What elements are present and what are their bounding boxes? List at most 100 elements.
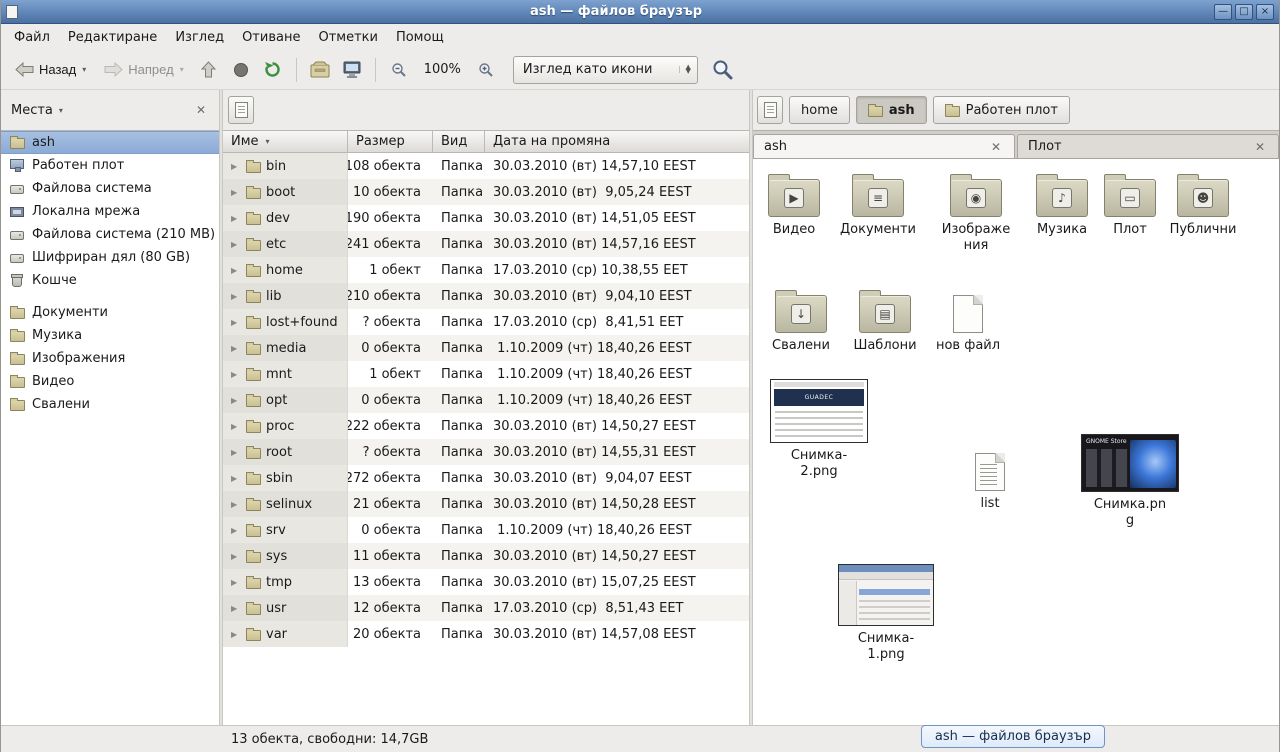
table-row[interactable]: ▶usr12 обектаПапка17.03.2010 (ср) 8,51,4…	[223, 595, 749, 621]
stop-button[interactable]	[226, 56, 256, 84]
sidebar-item-downloads[interactable]: Свалени	[1, 393, 219, 416]
expander-icon[interactable]: ▶	[231, 266, 241, 275]
column-header-name[interactable]: Име▾	[223, 131, 348, 152]
expander-icon[interactable]: ▶	[231, 630, 241, 639]
menu-go[interactable]: Отиване	[233, 26, 309, 49]
sidebar-item-ash[interactable]: ash	[1, 131, 219, 154]
menu-file[interactable]: Файл	[5, 26, 59, 49]
table-row[interactable]: ▶lib210 обектаПапка30.03.2010 (вт) 9,04,…	[223, 283, 749, 309]
column-header-type[interactable]: Вид	[433, 131, 485, 152]
table-row[interactable]: ▶sys11 обектаПапка30.03.2010 (вт) 14,50,…	[223, 543, 749, 569]
menu-bookmarks[interactable]: Отметки	[309, 26, 386, 49]
chevron-down-icon[interactable]: ▾	[82, 65, 86, 74]
expander-icon[interactable]: ▶	[231, 162, 241, 171]
sidebar-title[interactable]: Места	[11, 103, 53, 118]
sidebar-item-music[interactable]: Музика	[1, 324, 219, 347]
icon-item-new-file[interactable]: нов файл	[926, 289, 1010, 354]
expander-icon[interactable]: ▶	[231, 500, 241, 509]
table-row[interactable]: ▶tmp13 обектаПапка30.03.2010 (вт) 15,07,…	[223, 569, 749, 595]
expander-icon[interactable]: ▶	[231, 292, 241, 301]
expander-icon[interactable]: ▶	[231, 604, 241, 613]
tab-ash[interactable]: ash ✕	[753, 134, 1015, 158]
expander-icon[interactable]: ▶	[231, 552, 241, 561]
tab-plot[interactable]: Плот ✕	[1017, 134, 1279, 158]
forward-button[interactable]: Напред ▾	[96, 57, 191, 82]
column-header-date[interactable]: Дата на промяна	[485, 131, 749, 152]
sidebar-close-icon[interactable]: ✕	[193, 102, 209, 118]
expander-icon[interactable]: ▶	[231, 578, 241, 587]
zoom-in-button[interactable]	[471, 56, 501, 84]
table-row[interactable]: ▶etc241 обектаПапка30.03.2010 (вт) 14,57…	[223, 231, 749, 257]
sidebar-item-filesystem[interactable]: Файлова система	[1, 177, 219, 200]
menu-view[interactable]: Изглед	[166, 26, 233, 49]
search-button[interactable]	[708, 56, 738, 84]
icon-item-templates[interactable]: ▤ Шаблони	[843, 289, 927, 354]
table-row[interactable]: ▶media0 обектаПапка 1.10.2009 (чт) 18,40…	[223, 335, 749, 361]
icon-item-desktop-folder[interactable]: ▭ Плот	[1088, 173, 1172, 238]
tab-close-icon[interactable]: ✕	[1252, 139, 1268, 155]
view-mode-select[interactable]: Изглед като икони ▲▼	[513, 56, 698, 84]
icon-item-list[interactable]: list	[950, 447, 1030, 512]
close-button[interactable]: ×	[1256, 4, 1274, 20]
up-button[interactable]	[194, 56, 224, 84]
icon-item-snimka2[interactable]: GUADEC Снимка-2.png	[769, 379, 869, 479]
icon-item-video[interactable]: ▶ Видео	[754, 173, 834, 238]
table-row[interactable]: ▶var20 обектаПапка30.03.2010 (вт) 14,57,…	[223, 621, 749, 647]
reload-button[interactable]	[258, 56, 288, 84]
expander-icon[interactable]: ▶	[231, 344, 241, 353]
icon-item-downloads[interactable]: ↓ Свалени	[759, 289, 843, 354]
sidebar-item-encrypted-80gb[interactable]: Шифриран дял (80 GB)	[1, 246, 219, 269]
expander-icon[interactable]: ▶	[231, 396, 241, 405]
expander-icon[interactable]: ▶	[231, 240, 241, 249]
expander-icon[interactable]: ▶	[231, 318, 241, 327]
home-button[interactable]	[305, 56, 335, 84]
back-button[interactable]: Назад ▾	[7, 57, 94, 82]
sidebar-item-local-network[interactable]: Локална мрежа	[1, 200, 219, 223]
table-row[interactable]: ▶sbin272 обектаПапка30.03.2010 (вт) 9,04…	[223, 465, 749, 491]
icon-item-public[interactable]: ☻ Публични	[1161, 173, 1245, 238]
expander-icon[interactable]: ▶	[231, 214, 241, 223]
table-row[interactable]: ▶opt0 обектаПапка 1.10.2009 (чт) 18,40,2…	[223, 387, 749, 413]
expander-icon[interactable]: ▶	[231, 370, 241, 379]
breadcrumb-ash[interactable]: ash	[856, 96, 927, 124]
icon-item-pictures[interactable]: ◉ Изображения	[931, 173, 1021, 253]
table-row[interactable]: ▶dev190 обектаПапка30.03.2010 (вт) 14,51…	[223, 205, 749, 231]
chevron-down-icon[interactable]: ▾	[59, 106, 63, 115]
sidebar-item-desktop[interactable]: Работен плот	[1, 154, 219, 177]
table-row[interactable]: ▶boot10 обектаПапка30.03.2010 (вт) 9,05,…	[223, 179, 749, 205]
tab-close-icon[interactable]: ✕	[988, 139, 1004, 155]
table-row[interactable]: ▶proc222 обектаПапка30.03.2010 (вт) 14,5…	[223, 413, 749, 439]
table-row[interactable]: ▶selinux21 обектаПапка30.03.2010 (вт) 14…	[223, 491, 749, 517]
expander-icon[interactable]: ▶	[231, 526, 241, 535]
zoom-out-button[interactable]	[384, 56, 414, 84]
breadcrumb-desktop[interactable]: Работен плот	[933, 96, 1070, 124]
sidebar-item-pictures[interactable]: Изображения	[1, 347, 219, 370]
expander-icon[interactable]: ▶	[231, 188, 241, 197]
column-header-size[interactable]: Размер	[348, 131, 433, 152]
expander-icon[interactable]: ▶	[231, 448, 241, 457]
expander-icon[interactable]: ▶	[231, 422, 241, 431]
sidebar-item-documents[interactable]: Документи	[1, 301, 219, 324]
menu-edit[interactable]: Редактиране	[59, 26, 166, 49]
icon-item-documents[interactable]: ≡ Документи	[836, 173, 920, 238]
location-icon-button[interactable]	[228, 96, 254, 124]
table-row[interactable]: ▶lost+found? обектаПапка17.03.2010 (ср) …	[223, 309, 749, 335]
icon-item-snimka1[interactable]: Снимка-1.png	[836, 564, 936, 662]
table-row[interactable]: ▶root? обектаПапка30.03.2010 (вт) 14,55,…	[223, 439, 749, 465]
minimize-button[interactable]: —	[1214, 4, 1232, 20]
expander-icon[interactable]: ▶	[231, 474, 241, 483]
sidebar-item-video[interactable]: Видео	[1, 370, 219, 393]
computer-button[interactable]	[337, 56, 367, 84]
icon-item-snimka[interactable]: GNOME Store Снимка.png	[1080, 434, 1180, 528]
table-row[interactable]: ▶bin108 обектаПапка30.03.2010 (вт) 14,57…	[223, 153, 749, 179]
table-row[interactable]: ▶mnt1 обектПапка 1.10.2009 (чт) 18,40,26…	[223, 361, 749, 387]
sidebar-item-filesystem-210mb[interactable]: Файлова система (210 MB)	[1, 223, 219, 246]
menu-help[interactable]: Помощ	[387, 26, 453, 49]
maximize-button[interactable]: □	[1235, 4, 1253, 20]
table-row[interactable]: ▶home1 обектПапка17.03.2010 (ср) 10,38,5…	[223, 257, 749, 283]
table-row[interactable]: ▶srv0 обектаПапка 1.10.2009 (чт) 18,40,2…	[223, 517, 749, 543]
window-list-button[interactable]: ash — файлов браузър	[921, 725, 1105, 748]
location-icon-button[interactable]	[757, 96, 783, 124]
sidebar-item-trash[interactable]: Кошче	[1, 269, 219, 292]
breadcrumb-home[interactable]: home	[789, 96, 850, 124]
